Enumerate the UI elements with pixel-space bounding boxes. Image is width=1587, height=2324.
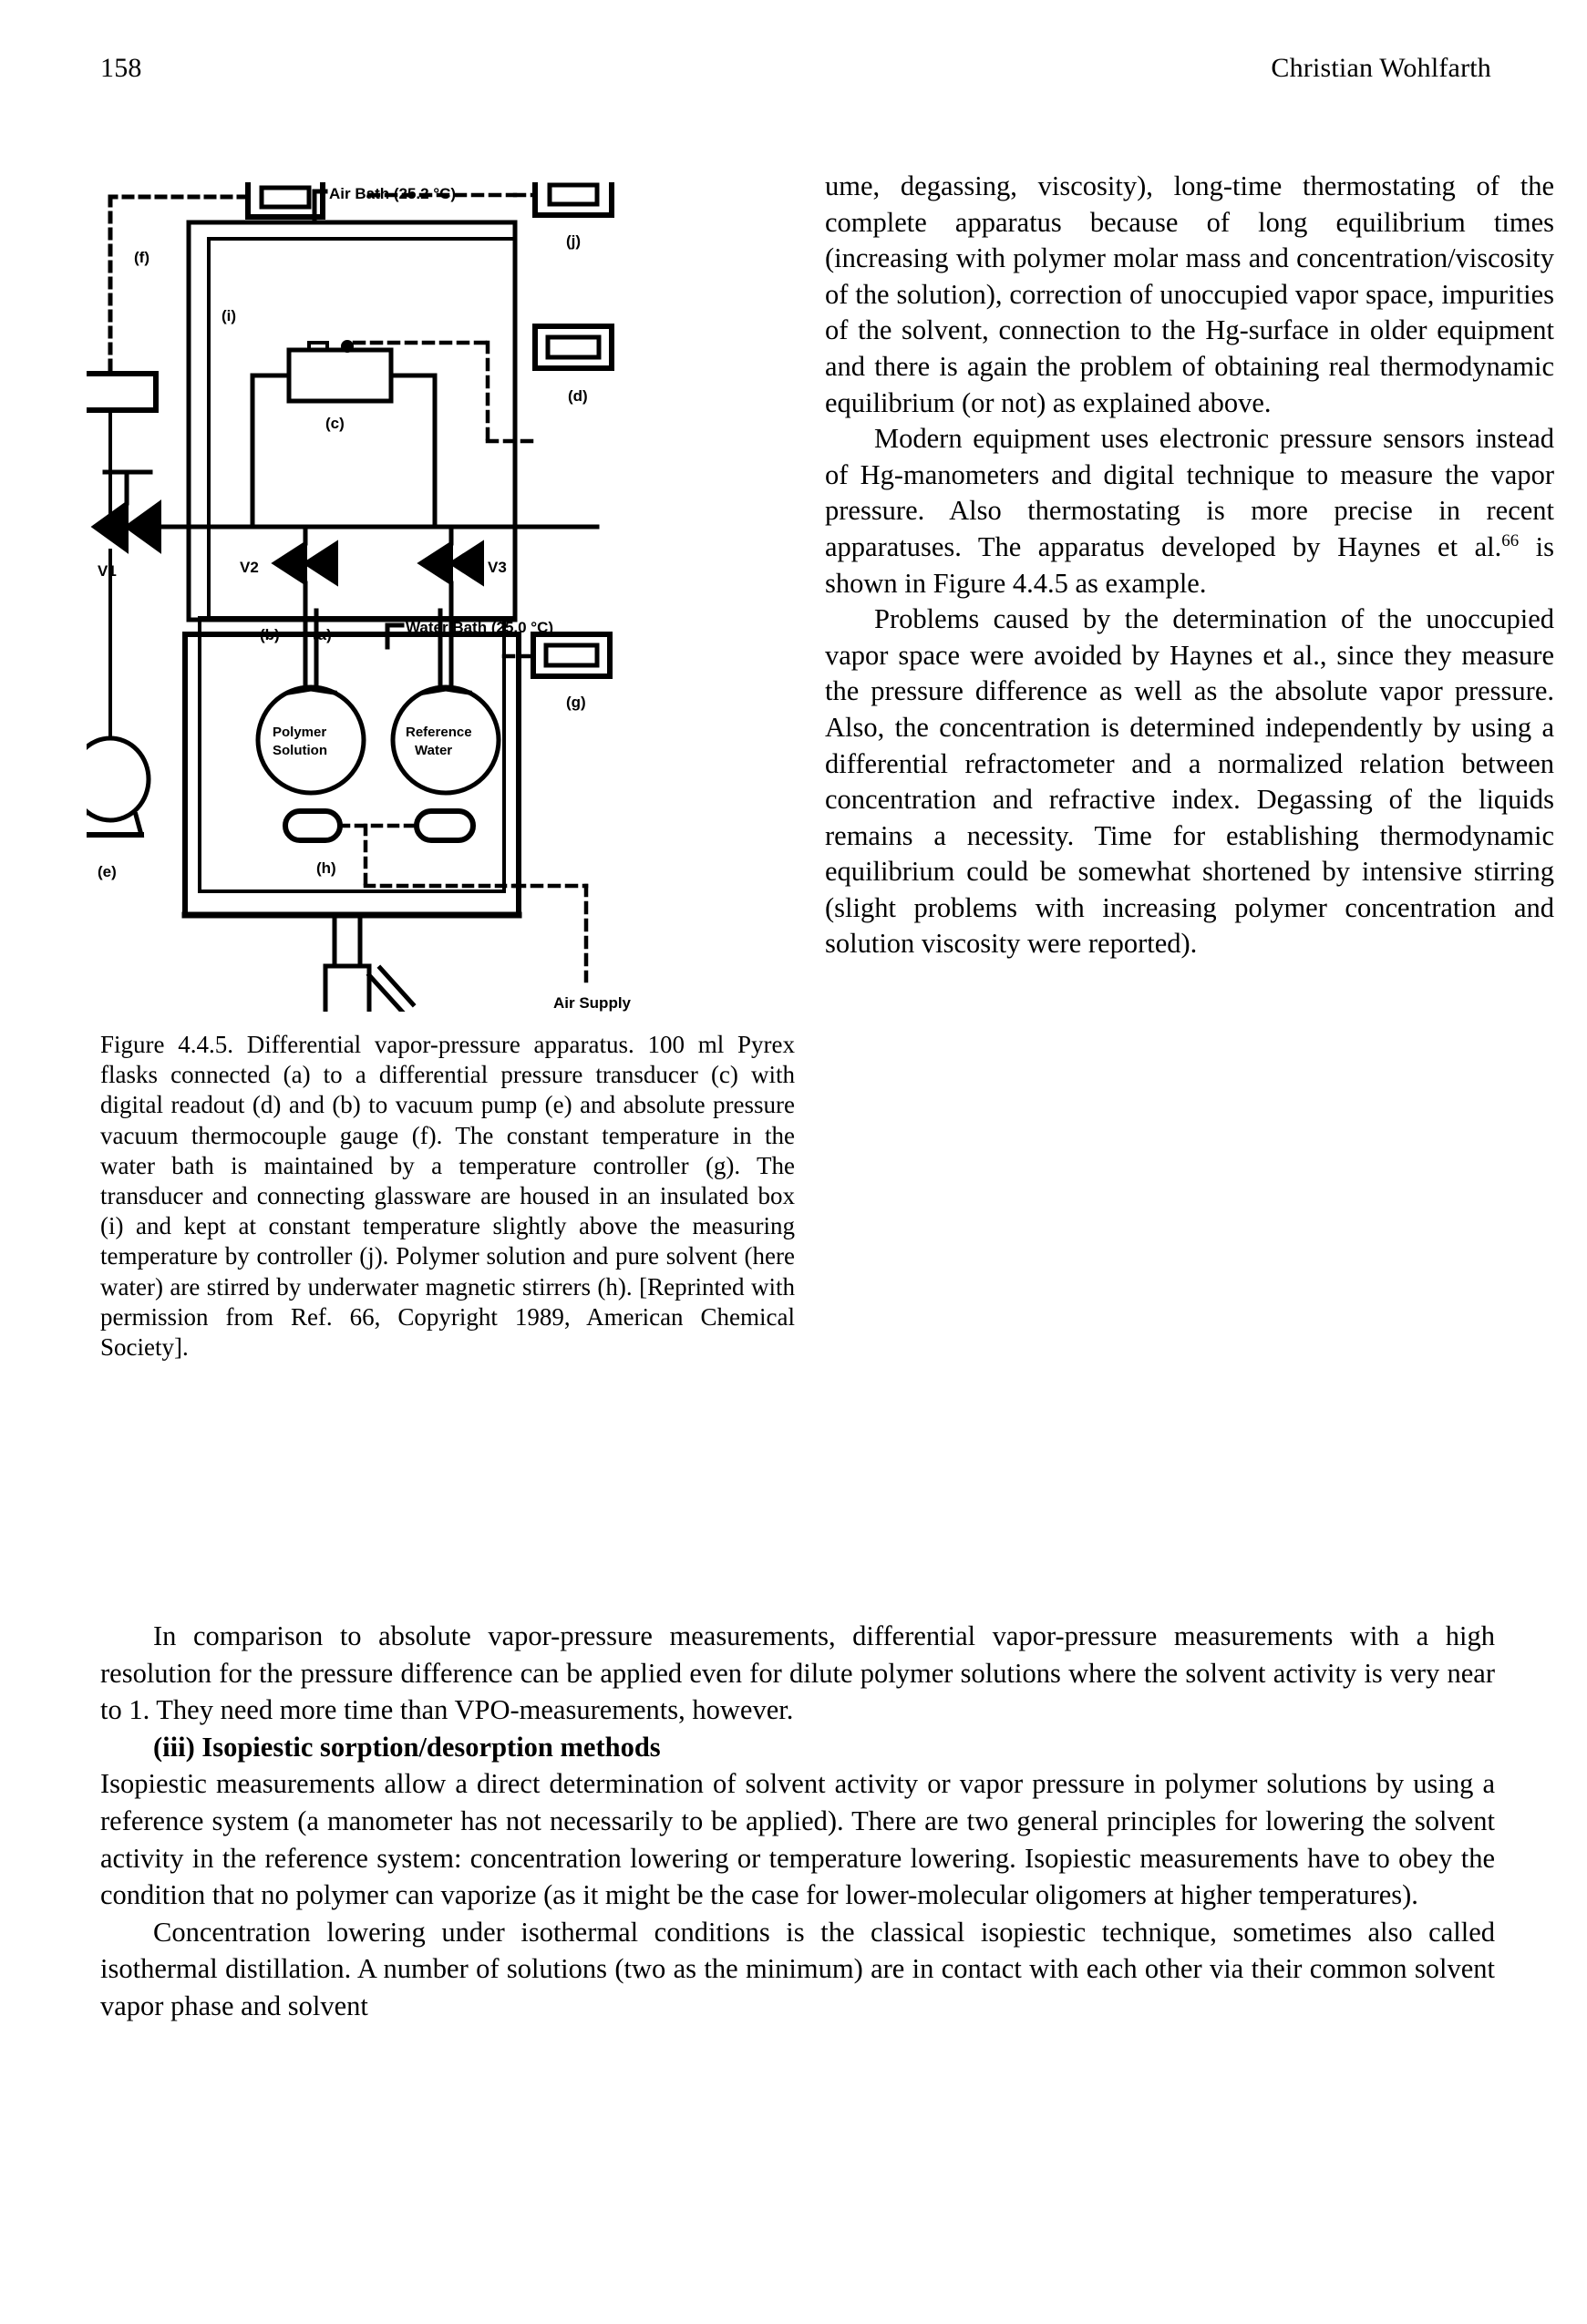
right-column: ume, degassing, viscosity), long-time th…	[825, 169, 1554, 962]
right-col-paragraph-3: Problems caused by the determination of …	[825, 603, 1554, 960]
figure-label-v1: V1	[98, 562, 117, 580]
figure-label-b: (b)	[260, 626, 280, 643]
vacuum-pump-e	[87, 735, 151, 838]
flask-reference-water-a	[390, 684, 501, 796]
stirrer-stand	[181, 911, 522, 1012]
running-head: 158 Christian Wohlfarth	[100, 53, 1491, 89]
figure-label-a: (a)	[313, 626, 332, 643]
figure-label-h: (h)	[316, 859, 336, 877]
flask-label-reference-line2: Water	[415, 743, 452, 758]
flask-label-polymer-line1: Polymer	[273, 725, 326, 740]
right-col-paragraph-2-head: Modern equipment uses electronic pressur…	[825, 423, 1554, 562]
figure-label-c: (c)	[325, 415, 345, 432]
flask-label-reference-line1: Reference	[406, 725, 472, 740]
temperature-controller-g	[531, 632, 613, 679]
figure-4-4-5-diagram: (f) (e) Air Bath (25.2 °C) (i) (c) (j) (…	[87, 182, 807, 1012]
figure-label-f: (f)	[134, 249, 149, 266]
bottom-paragraph-3: Concentration lowering under isothermal …	[100, 1916, 1495, 2021]
magnetic-stirrer-right-h	[414, 808, 476, 843]
figure-label-d: (d)	[568, 387, 588, 405]
valve-v3	[417, 524, 484, 613]
digital-readout-d	[532, 324, 614, 371]
flask-label-polymer-line2: Solution	[273, 743, 327, 758]
figure-label-e: (e)	[98, 863, 117, 880]
right-col-paragraph-1: ume, degassing, viscosity), long-time th…	[825, 170, 1554, 418]
gauge-body-f	[87, 371, 159, 413]
section-subheading: (iii) Isopiestic sorption/desorption met…	[153, 1731, 661, 1763]
valve-v1	[90, 469, 161, 554]
document-page: 158 Christian Wohlfarth (f) (e) Air Bath…	[0, 0, 1587, 2324]
figure-label-i: (i)	[222, 307, 236, 324]
figure-label-j: (j)	[566, 232, 581, 250]
pressure-transducer-c	[250, 340, 438, 530]
apparatus-schematic: (f) (e) Air Bath (25.2 °C) (i) (c) (j) (…	[87, 182, 632, 1012]
figure-label-v3: V3	[488, 559, 507, 576]
reference-superscript-66: 66	[1501, 530, 1520, 550]
controller-readout-j	[532, 182, 614, 218]
flask-polymer-solution-b	[255, 684, 366, 796]
valve-v2	[271, 524, 338, 613]
bottom-paragraph-1: In comparison to absolute vapor-pressure…	[100, 1620, 1495, 1726]
magnetic-stirrer-left-h	[283, 808, 343, 843]
bottom-paragraph-2: Isopiestic measurements allow a direct d…	[100, 1768, 1495, 1911]
right-col-paragraph-2: Modern equipment uses electronic pressur…	[825, 421, 1554, 602]
air-supply-label: Air Supply	[553, 994, 632, 1012]
figure-caption: Figure 4.4.5. Differential vapor-pressur…	[100, 1030, 795, 1363]
figure-caption-text: Figure 4.4.5. Differential vapor-pressur…	[100, 1031, 795, 1362]
figure-label-g: (g)	[566, 694, 586, 711]
figure-label-v2: V2	[240, 559, 259, 576]
water-bath-inner	[198, 616, 506, 893]
bottom-text-block: In comparison to absolute vapor-pressure…	[100, 1618, 1495, 2025]
running-head-author: Christian Wohlfarth	[1271, 53, 1491, 83]
page-number: 158	[100, 53, 142, 83]
